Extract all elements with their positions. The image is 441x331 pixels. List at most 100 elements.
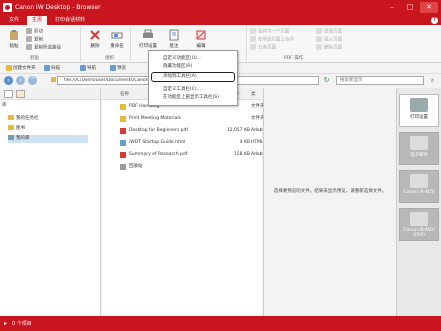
menu-item-add-to-toolbar[interactable]: 添加到工具栏(A): [151, 72, 235, 82]
edit-icon: [196, 30, 206, 40]
clipboard-group-label: 剪贴: [30, 56, 39, 61]
merge-in-page-order-button[interactable]: 在所选页面上合并: [250, 36, 294, 43]
file-row[interactable]: Summary of Research.pdf 158 KB Adobe: [102, 150, 265, 160]
folder-icon: [51, 77, 56, 82]
navigation-button[interactable]: 导航: [80, 64, 96, 73]
tree-item-label: 我的库: [16, 136, 30, 141]
file-name: Print Meeting Materials: [129, 116, 181, 121]
copy-path-button[interactable]: 复制所选路径: [26, 44, 61, 51]
cut-button[interactable]: 剪切: [26, 28, 43, 35]
tree-item-label: 图书: [16, 126, 25, 131]
ribbon-context-menu: 自定义功能区(U)... 隐藏功能区(R) 添加到工具栏(A) 自定义工具栏(C…: [148, 50, 238, 106]
minimize-button[interactable]: –: [383, 2, 401, 13]
pdf-icon: [120, 152, 126, 158]
file-size: 4 KB: [239, 140, 250, 145]
menu-item-customize-ribbon[interactable]: 自定义功能区(U)...: [163, 55, 201, 63]
rename-button[interactable]: 重命名: [106, 27, 128, 53]
application-window: Canon iW Desktop - Browser – □ ✕ 文件 主页 打…: [0, 0, 441, 331]
tab-print-meeting-materials[interactable]: 打印会话材料: [50, 16, 90, 25]
merge-to-one-page-button[interactable]: 合并为一个页面: [250, 28, 290, 35]
copy-label: 复制: [34, 37, 43, 43]
output-canon-iradv-button[interactable]: Canon iR-ADV: [399, 170, 439, 203]
menu-item-customize-toolbar[interactable]: 自定义工具栏(C)...: [163, 86, 201, 94]
folder-icon: [8, 125, 14, 130]
output-email-button[interactable]: 电子邮件: [399, 132, 439, 165]
file-name: 回收站: [129, 164, 143, 169]
up-button[interactable]: ^: [28, 76, 37, 85]
file-row[interactable]: Desktop for Beginners.pdf 12,057 KB Adobe: [102, 126, 265, 136]
file-size: 158 KB: [233, 152, 250, 157]
forward-button[interactable]: ›: [16, 76, 25, 85]
search-icon[interactable]: ⌕: [428, 76, 437, 85]
separate-pages-button[interactable]: 分离页面: [250, 44, 276, 51]
menu-item-show-toolbar-above[interactable]: 在功能区上部显示工具栏(S): [163, 94, 219, 102]
merge-in-page-order-label: 在所选页面上合并: [258, 37, 294, 43]
help-icon[interactable]: ?: [431, 17, 438, 24]
create-folder-button[interactable]: 创建文件夹: [6, 64, 36, 73]
pdf-group-label: PDF 操作: [284, 56, 304, 61]
refresh-icon[interactable]: ↻: [322, 76, 331, 85]
folder-icon: [120, 116, 126, 122]
insert-icon: [316, 36, 322, 42]
tree-item-my-tasks[interactable]: 我的任务栏: [8, 115, 39, 123]
library-panel-header: [0, 88, 100, 100]
ribbon-tab-bar: 文件 主页 打印会话材料 ?: [0, 16, 441, 25]
window-title: Canon iW Desktop - Browser: [15, 4, 101, 11]
folder-icon: [6, 64, 12, 71]
maximize-button[interactable]: □: [401, 2, 419, 13]
library-tab-icon[interactable]: [4, 90, 13, 98]
merge-order-icon: [250, 36, 256, 42]
file-name: Desktop for Beginners.pdf: [129, 128, 188, 133]
file-size: 12,057 KB: [226, 128, 250, 133]
ribbon-separator: [80, 27, 81, 61]
folder-icon: [8, 115, 14, 120]
column-name[interactable]: 名称: [120, 91, 129, 97]
delete-pages-label: 删除页面: [324, 45, 342, 51]
status-bar: ▸ 0 个项目: [0, 316, 441, 331]
column-type[interactable]: 类: [251, 91, 256, 97]
scissors-icon: [26, 28, 32, 34]
cut-label: 剪切: [34, 29, 43, 35]
preview-panel: 选择要预览的文件。结果未显示预览，请重新选择文件。: [263, 88, 395, 316]
search-input[interactable]: [336, 76, 424, 85]
title-bar: Canon iW Desktop - Browser – □ ✕: [0, 0, 441, 16]
copy-path-icon: [26, 44, 32, 50]
paste-label: 粘贴: [9, 44, 19, 49]
merge-to-one-page-label: 合并为一个页面: [258, 29, 290, 35]
file-row[interactable]: Print Meeting Materials 文件夹: [102, 114, 265, 124]
close-button[interactable]: ✕: [420, 2, 438, 13]
insert-pages-button[interactable]: 插入页面: [316, 36, 342, 43]
scan-button[interactable]: 扫描: [44, 64, 60, 73]
preview-message: 选择要预览的文件。结果未显示预览，请重新选择文件。: [273, 189, 387, 194]
annotate-icon: [169, 29, 179, 41]
organize-group-label: 组织: [105, 56, 114, 61]
annotate-label: 批注: [169, 44, 179, 49]
trash-icon: [120, 164, 126, 170]
delete-button[interactable]: 删除: [84, 27, 106, 53]
favorites-tab-icon[interactable]: [16, 90, 25, 98]
menu-item-hide-ribbon[interactable]: 隐藏功能区(R): [163, 63, 192, 71]
tree-item-books[interactable]: 图书: [8, 125, 25, 133]
copy-button[interactable]: 复制: [26, 36, 43, 43]
back-button[interactable]: ‹: [4, 76, 13, 85]
output-canon-iradv-fax-button[interactable]: Canon iR-ADV (FAX): [399, 208, 439, 241]
output-button-label: Canon iR-ADV: [403, 190, 435, 195]
file-row[interactable]: iWDT Startup Guide.html 4 KB HTML: [102, 138, 264, 148]
extract-pages-button[interactable]: 提取页面: [316, 28, 342, 35]
tab-file[interactable]: 文件: [4, 16, 24, 25]
output-button-label: 打印设置: [410, 115, 428, 120]
library-label: 库: [2, 103, 7, 108]
library-icon: [8, 135, 14, 140]
rename-label: 重命名: [110, 44, 124, 49]
output-bar: 打印设置 电子邮件 Canon iR-ADV Canon iR-ADV (FAX…: [396, 88, 441, 316]
extract-pages-label: 提取页面: [324, 29, 342, 35]
tree-item-my-library[interactable]: 我的库: [8, 135, 88, 143]
preview-icon: [110, 64, 116, 71]
file-row[interactable]: 回收站: [102, 162, 262, 172]
preview-button[interactable]: 预览: [110, 64, 126, 73]
delete-pages-button[interactable]: 删除页面: [316, 44, 342, 51]
tab-home[interactable]: 主页: [27, 16, 48, 25]
paste-button[interactable]: 粘贴: [3, 27, 25, 53]
output-print-settings-button[interactable]: 打印设置: [399, 94, 439, 127]
scan-icon: [44, 64, 50, 71]
